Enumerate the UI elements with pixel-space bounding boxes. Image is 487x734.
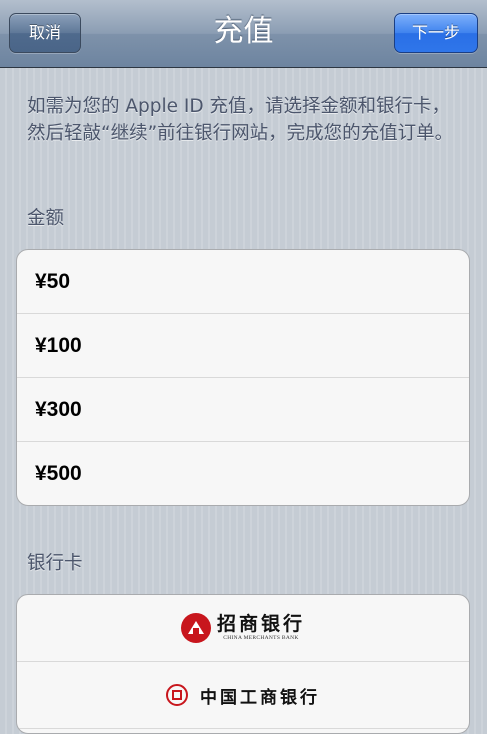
amount-section-header: 金额: [27, 208, 65, 229]
amount-option-300[interactable]: ¥300: [17, 378, 469, 442]
cmb-logo: 招商银行 CHINA MERCHANTS BANK: [180, 613, 305, 643]
next-step-button[interactable]: 下一步: [394, 13, 478, 53]
icbc-logo: 中国工商银行: [166, 683, 320, 708]
icbc-logo-icon: [166, 684, 188, 706]
navigation-bar: 取消 充值 下一步: [0, 0, 487, 68]
bank-card-section-header: 银行卡: [27, 553, 83, 574]
bank-option-icbc[interactable]: 中国工商银行: [17, 662, 469, 729]
amount-options-group: ¥50 ¥100 ¥300 ¥500: [16, 249, 470, 506]
bank-options-group: 招商银行 CHINA MERCHANTS BANK 中国工商银行: [16, 594, 470, 734]
amount-option-100[interactable]: ¥100: [17, 314, 469, 378]
amount-option-500[interactable]: ¥500: [17, 442, 469, 505]
cmb-logo-icon: [180, 613, 211, 643]
bank-name-cmb-en: CHINA MERCHANTS BANK: [223, 635, 299, 641]
amount-option-50[interactable]: ¥50: [17, 250, 469, 314]
bank-name-cmb: 招商银行: [216, 613, 305, 635]
bank-option-cmb[interactable]: 招商银行 CHINA MERCHANTS BANK: [17, 595, 469, 662]
bank-name-icbc: 中国工商银行: [200, 687, 320, 708]
instruction-text: 如需为您的 Apple ID 充值，请选择金额和银行卡，然后轻敲“继续”前往银行…: [27, 96, 454, 144]
